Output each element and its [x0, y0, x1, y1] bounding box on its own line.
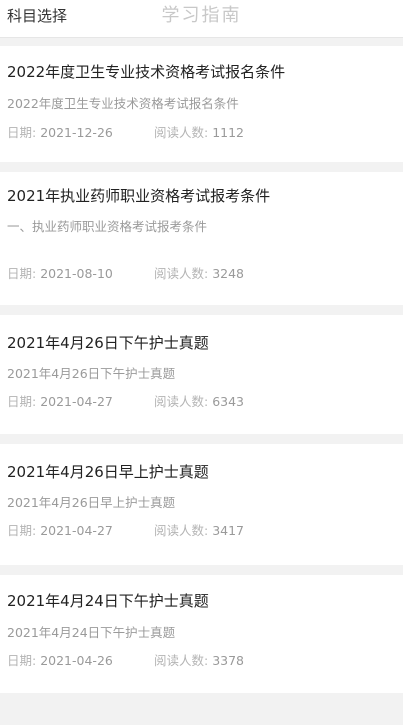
article-read-count: 3248 — [212, 266, 245, 281]
article-card[interactable]: 2021年4月26日下午护士真题 2021年4月26日下午护士真题 日期: 20… — [0, 315, 403, 434]
date-label: 日期: — [7, 125, 37, 140]
reads-label: 阅读人数: — [154, 653, 209, 668]
article-summary: 2022年度卫生专业技术资格考试报名条件 — [7, 96, 239, 111]
article-summary: 2021年4月24日下午护士真题 — [7, 625, 176, 640]
article-read-count: 3417 — [212, 523, 245, 538]
article-title: 2022年度卫生专业技术资格考试报名条件 — [7, 63, 286, 81]
article-list: 2022年度卫生专业技术资格考试报名条件 2022年度卫生专业技术资格考试报名条… — [0, 46, 403, 703]
article-date: 2021-04-27 — [40, 523, 113, 538]
article-card[interactable]: 2021年4月24日下午护士真题 2021年4月24日下午护士真题 日期: 20… — [0, 575, 403, 693]
date-label: 日期: — [7, 523, 37, 538]
top-bar: 科目选择 学习指南 — [0, 0, 403, 38]
date-label: 日期: — [7, 266, 37, 281]
article-meta: 日期: 2021-04-27 阅读人数: 6343 — [7, 393, 244, 411]
article-summary: 2021年4月26日下午护士真题 — [7, 366, 176, 381]
page-title: 学习指南 — [161, 5, 242, 26]
article-meta: 日期: 2021-04-27 阅读人数: 3417 — [7, 522, 244, 540]
reads-label: 阅读人数: — [154, 125, 209, 140]
article-card[interactable]: 2022年度卫生专业技术资格考试报名条件 2022年度卫生专业技术资格考试报名条… — [0, 46, 403, 162]
article-card[interactable]: 2021年执业药师职业资格考试报考条件 一、执业药师职业资格考试报考条件 日期:… — [0, 172, 403, 305]
article-card[interactable]: 2021年4月26日早上护士真题 2021年4月26日早上护士真题 日期: 20… — [0, 444, 403, 565]
article-date: 2021-12-26 — [40, 125, 113, 140]
article-title: 2021年4月26日早上护士真题 — [7, 463, 209, 481]
article-read-count: 3378 — [212, 653, 245, 668]
article-title: 2021年执业药师职业资格考试报考条件 — [7, 187, 271, 205]
reads-label: 阅读人数: — [154, 394, 209, 409]
article-title: 2021年4月24日下午护士真题 — [7, 592, 209, 610]
date-label: 日期: — [7, 394, 37, 409]
article-meta: 日期: 2021-08-10 阅读人数: 3248 — [7, 265, 244, 283]
article-title: 2021年4月26日下午护士真题 — [7, 334, 209, 352]
date-label: 日期: — [7, 653, 37, 668]
article-summary: 2021年4月26日早上护士真题 — [7, 495, 176, 510]
article-date: 2021-04-26 — [40, 653, 113, 668]
article-meta: 日期: 2021-04-26 阅读人数: 3378 — [7, 652, 244, 670]
article-summary: 一、执业药师职业资格考试报考条件 — [7, 219, 208, 234]
reads-label: 阅读人数: — [154, 266, 209, 281]
article-read-count: 6343 — [212, 394, 245, 409]
article-date: 2021-04-27 — [40, 394, 113, 409]
article-date: 2021-08-10 — [40, 266, 113, 281]
article-read-count: 1112 — [212, 125, 245, 140]
article-meta: 日期: 2021-12-26 阅读人数: 1112 — [7, 124, 244, 142]
reads-label: 阅读人数: — [154, 523, 209, 538]
